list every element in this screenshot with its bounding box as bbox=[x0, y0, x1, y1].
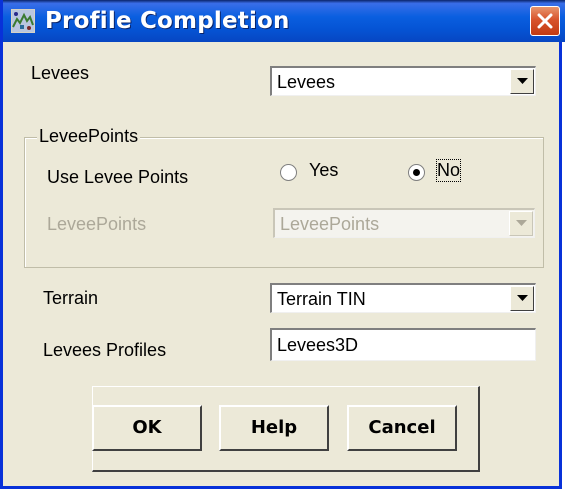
radio-yes[interactable] bbox=[280, 164, 297, 181]
ok-button[interactable]: OK bbox=[92, 405, 202, 451]
levees-dropdown[interactable]: Levees bbox=[270, 66, 536, 96]
levee-points-label: LeveePoints bbox=[47, 214, 147, 234]
dialog-title: Profile Completion bbox=[45, 8, 290, 34]
title-bar[interactable]: Profile Completion bbox=[3, 0, 565, 42]
levees-profiles-input[interactable]: Levees3D bbox=[270, 328, 536, 361]
close-icon bbox=[537, 13, 553, 29]
levees-profiles-label: Levees Profiles bbox=[43, 340, 167, 360]
terrain-label: Terrain bbox=[43, 288, 99, 308]
terrain-dropdown-button[interactable] bbox=[510, 286, 534, 311]
chevron-down-icon bbox=[516, 220, 527, 226]
levee-points-dropdown-button bbox=[509, 211, 533, 236]
profile-completion-dialog: Profile Completion Levees Levees LeveePo… bbox=[0, 0, 565, 489]
levees-value: Levees bbox=[277, 72, 336, 92]
levees-dropdown-button[interactable] bbox=[510, 69, 534, 94]
use-levee-points-label: Use Levee Points bbox=[47, 167, 189, 187]
levees-label: Levees bbox=[31, 63, 90, 83]
radio-yes-label[interactable]: Yes bbox=[309, 160, 338, 181]
cancel-button[interactable]: Cancel bbox=[347, 405, 457, 451]
chevron-down-icon bbox=[517, 78, 528, 84]
levees-profiles-value: Levees3D bbox=[277, 335, 359, 355]
levee-points-group-legend: LeveePoints bbox=[37, 126, 141, 147]
radio-no-label[interactable]: No bbox=[435, 159, 462, 182]
levee-points-value: LeveePoints bbox=[280, 214, 380, 234]
radio-no[interactable] bbox=[408, 164, 425, 181]
help-button[interactable]: Help bbox=[219, 405, 329, 451]
close-button[interactable] bbox=[530, 6, 560, 36]
chevron-down-icon bbox=[517, 295, 528, 301]
terrain-dropdown[interactable]: Terrain TIN bbox=[270, 283, 536, 313]
levee-points-dropdown: LeveePoints bbox=[273, 208, 535, 238]
terrain-value: Terrain TIN bbox=[277, 289, 366, 309]
levee-points-group bbox=[24, 137, 544, 268]
profile-app-icon bbox=[11, 9, 35, 33]
radio-selected-dot bbox=[413, 169, 420, 176]
